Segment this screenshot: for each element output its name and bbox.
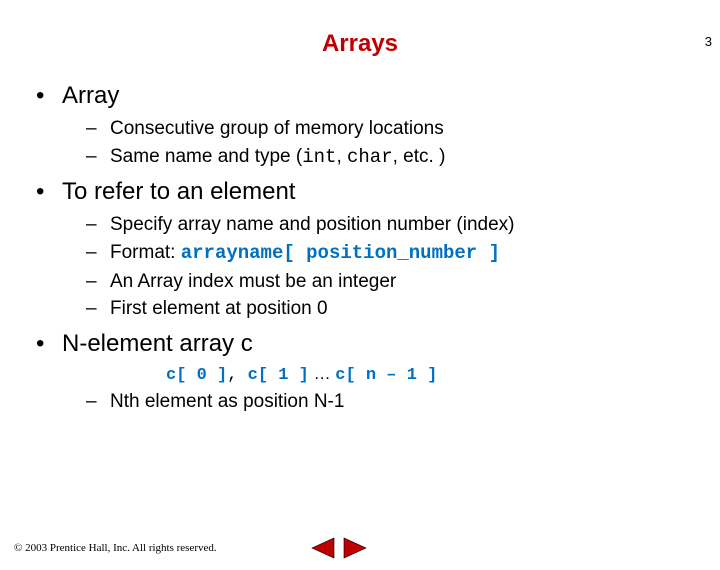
sub-item: – Specify array name and position number… xyxy=(86,212,700,238)
copyright-footer: © 2003 Prentice Hall, Inc. All rights re… xyxy=(14,542,217,554)
slide-title: Arrays xyxy=(0,30,720,58)
heading-text: Array xyxy=(62,82,119,110)
bullet-refer: • To refer to an element xyxy=(36,178,700,206)
sub-item: – An Array index must be an integer xyxy=(86,269,700,295)
code-example: c[ 0 ], c[ 1 ] … c[ n – 1 ] xyxy=(166,364,700,385)
sub-item: – Consecutive group of memory locations xyxy=(86,116,700,142)
heading-text: N-element array c xyxy=(62,330,253,358)
slide-content: • Array – Consecutive group of memory lo… xyxy=(0,82,720,414)
bullet-array: • Array xyxy=(36,82,700,110)
sub-item: – Same name and type (int, char, etc. ) xyxy=(86,144,700,171)
sub-item: – Nth element as position N-1 xyxy=(86,389,700,415)
heading-text: To refer to an element xyxy=(62,178,295,206)
sub-item: – Format: arrayname[ position_number ] xyxy=(86,240,700,267)
sub-item: – First element at position 0 xyxy=(86,296,700,322)
page-number: 3 xyxy=(705,34,712,49)
bullet-n-element: • N-element array c xyxy=(36,330,700,358)
